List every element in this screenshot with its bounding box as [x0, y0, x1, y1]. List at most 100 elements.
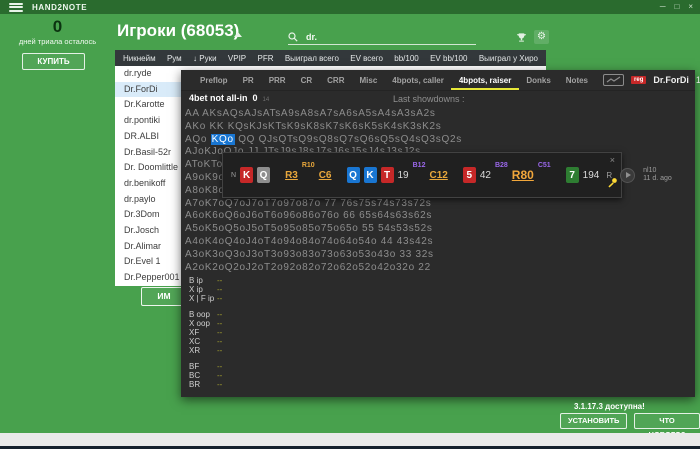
tab-cr[interactable]: CR: [301, 76, 313, 85]
page-title: Игроки (68053): [117, 21, 240, 40]
matrix-row: A7oK7oQ7oJ7oT7o97o87o 77 76s75s74s73s72s: [185, 198, 462, 211]
action-stat-superscript: B12: [412, 162, 426, 169]
stat-label-x-f-ip: X | F ip: [189, 294, 215, 304]
column-header-ev-bb-100[interactable]: EV bb/100: [430, 54, 467, 63]
pot-size-value: 194: [582, 169, 600, 181]
tab-misc[interactable]: Misc: [359, 76, 377, 85]
matrix-row: A5oK5oQ5oJ5oT5o95o85o75o65o 55 54s53s52s: [185, 223, 462, 236]
column-header-pfr[interactable]: PFR: [257, 54, 273, 63]
search-input[interactable]: dr.: [288, 29, 476, 45]
postflop-stats-list: B ip -- X ip -- X | F ip -- B oop -- X oop -- XF --…: [189, 276, 222, 395]
trophy-icon[interactable]: [514, 30, 529, 44]
matrix-cells: AKo KK KQsKJsKTsK9sK8sK7sK6sK5sK4sK3sK2s: [185, 120, 442, 132]
matrix-row: A2oK2oQ2oJ2oT2o92o82o72o62o52o42o32o 22: [185, 262, 462, 275]
close-button[interactable]: ×: [688, 0, 693, 14]
update-available-text: 3.1.17.3 доступна!: [574, 402, 645, 411]
hands-count: 1,4k: [695, 75, 700, 85]
column-header-выиграл-всего[interactable]: Выиграл всего: [285, 54, 339, 63]
tab-donks[interactable]: Donks: [526, 76, 550, 85]
titlebar: HAND2NOTE ─ □ ×: [0, 0, 700, 14]
matrix-row: AKo KK KQsKJsKTsK9sK8sK7sK6sK5sK4sK3sK2s: [185, 121, 462, 134]
hud-stats-popup: Preflop PR PRR CR CRR Misc 4bpots, caller 4bpot…: [181, 70, 700, 397]
stat-row: XC --: [189, 337, 222, 346]
matrix-highlighted-hand[interactable]: KQo: [210, 133, 235, 145]
stat-title: 4bet not all-in: [189, 93, 248, 103]
stat-value: --: [217, 294, 223, 304]
window-controls: ─ □ ×: [660, 0, 693, 14]
stat-label-xc: XC: [189, 337, 201, 347]
whats-new-button[interactable]: ЧТО НОВОГО?: [634, 413, 700, 439]
tab-4bpots-caller[interactable]: 4bpots, caller: [392, 76, 444, 85]
pot-size-value: 19: [397, 169, 409, 181]
bottom-strip: [0, 433, 700, 446]
hamburger-menu-icon[interactable]: [9, 2, 23, 12]
app-name: HAND2NOTE: [32, 2, 88, 12]
action-stat-link[interactable]: C12: [429, 170, 447, 181]
tab-preflop[interactable]: Preflop: [200, 76, 228, 85]
stat-row: B oop --: [189, 310, 222, 319]
app-window: HAND2NOTE ─ □ × 0 дней триала осталось К…: [0, 0, 700, 449]
stat-header: 4bet not all-in 0 14: [189, 93, 269, 103]
position-label: N: [231, 171, 237, 179]
matrix-cells: A7oK7oQ7oJ7oT7o97o87o 77 76s75s74s73s72s: [185, 197, 432, 209]
action-stat-link-main[interactable]: R80: [512, 168, 534, 182]
card-q: Q: [346, 167, 360, 183]
stat-row: BC --: [189, 371, 222, 380]
player-type-badge: reg: [631, 76, 647, 84]
matrix-cells: A2oK2oQ2oJ2oT2o92o82o72o62o52o42o32o 22: [185, 261, 431, 273]
matrix-row: AQo KQo QQ QJsQTsQ9sQ8sQ7sQ6sQ5sQ4sQ3sQ2…: [185, 133, 462, 147]
stats-group: B ip -- X ip -- X | F ip --: [189, 276, 222, 304]
stakes-label: nl10: [643, 166, 657, 174]
stat-label-bf: BF: [189, 361, 200, 371]
tooltip-pin-icon[interactable]: [607, 175, 618, 193]
trial-label: дней триала осталось: [18, 37, 97, 46]
stat-value: --: [217, 285, 223, 295]
column-header-руки[interactable]: ↓ Руки: [193, 54, 217, 63]
matrix-row: AA AKsAQsAJsATsA9sA8sA7sA6sA5sA4sA3sA2s: [185, 108, 462, 121]
showdown-tooltip: N K Q R3 R10 C6 Q K T 19 B12 C12 5 42 B28 R80 C51 7 194 Rnl…: [222, 152, 672, 198]
column-header-рум[interactable]: Рум: [167, 54, 182, 63]
tab-4bpots-raiser[interactable]: 4bpots, raiser: [450, 76, 520, 90]
stat-label-xf: XF: [189, 327, 200, 337]
hand-meta: nl10 11 d. ago: [643, 167, 672, 184]
stat-row: BR --: [189, 380, 222, 389]
settings-gear-icon[interactable]: ⚙: [534, 30, 549, 44]
title-dropdown-caret-icon[interactable]: [234, 32, 242, 37]
card-5: 5: [462, 167, 476, 183]
stat-label-b-ip: B ip: [189, 276, 203, 285]
graph-icon[interactable]: [603, 74, 625, 86]
buy-button[interactable]: КУПИТЬ: [22, 53, 85, 70]
column-header-выиграл-у-хиро[interactable]: Выиграл у Хиро: [479, 54, 538, 63]
column-header-ev-всего[interactable]: EV всего: [350, 54, 383, 63]
minimize-button[interactable]: ─: [660, 0, 666, 14]
showdown-line: N K Q R3 R10 C6 Q K T 19 B12 C12 5 42 B28 R80 C51 7 194 Rnl…: [223, 153, 672, 197]
install-update-button[interactable]: УСТАНОВИТЬ: [560, 413, 628, 429]
matrix-cells: AA AKsAQsAJsATsA9sA8sA7sA6sA5sA4sA3sA2s: [185, 108, 436, 119]
action-stat-superscript: B28: [494, 162, 508, 169]
tab-crr[interactable]: CRR: [327, 76, 344, 85]
play-icon: [625, 172, 631, 178]
matrix-cells: AQo: [185, 133, 211, 145]
tooltip-close-icon[interactable]: ×: [610, 155, 615, 165]
popup-header-right: regDr.ForDi1,4k⚙×: [603, 74, 700, 87]
replay-hand-button[interactable]: [620, 167, 636, 183]
search-icon: [288, 31, 298, 42]
column-header-vpip[interactable]: VPIP: [228, 54, 246, 63]
matrix-cells: A5oK5oQ5oJ5oT5o95o85o75o65o 55 54s53s52s: [185, 223, 433, 235]
stat-label-x-ip: X ip: [189, 285, 203, 295]
card-7: 7: [565, 167, 579, 183]
matrix-row: A6oK6oQ6oJ6oT6o96o86o76o 66 65s64s63s62s: [185, 210, 462, 223]
maximize-button[interactable]: □: [674, 0, 679, 14]
action-stat-link[interactable]: R3: [285, 170, 298, 181]
last-showdowns-label: Last showdowns :: [393, 94, 465, 104]
card-t: T: [380, 167, 394, 183]
action-stat-link[interactable]: C6: [319, 170, 332, 181]
tab-pr[interactable]: PR: [243, 76, 254, 85]
column-header-bb-100[interactable]: bb/100: [394, 54, 418, 63]
column-header-никнейм[interactable]: Никнейм: [123, 54, 156, 63]
tab-notes[interactable]: Notes: [566, 76, 588, 85]
stat-row: B ip --: [189, 276, 222, 285]
tab-prr[interactable]: PRR: [269, 76, 286, 85]
card-q: Q: [257, 167, 271, 183]
stat-value: --: [217, 337, 223, 347]
